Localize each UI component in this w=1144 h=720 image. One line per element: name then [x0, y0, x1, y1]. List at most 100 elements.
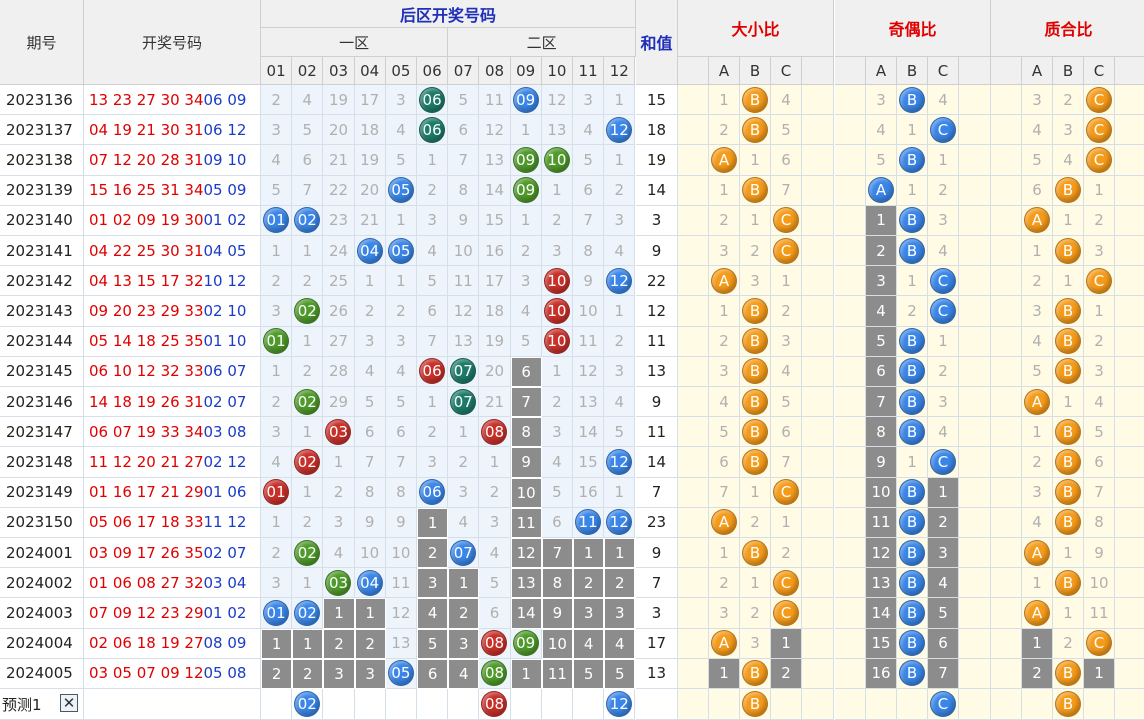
ratio-ball: A: [711, 146, 737, 173]
ratio-ball: B: [899, 328, 925, 355]
predicted-ball[interactable]: 12: [606, 691, 633, 717]
oe-cell: C: [928, 447, 959, 478]
miss-cell: 16: [573, 477, 605, 508]
miss-cell: 4: [604, 236, 636, 267]
pc-cell: A: [1022, 205, 1053, 236]
bs-cell: 3: [709, 598, 740, 629]
miss-cell: 14: [573, 417, 605, 448]
miss-cell: 1: [604, 85, 636, 116]
oe-cell: 9: [866, 447, 897, 478]
ratio-ball: B: [742, 177, 768, 204]
oe-cell: 8: [866, 417, 897, 448]
pred-cell[interactable]: [448, 689, 480, 720]
pc-cell: 3: [1053, 115, 1084, 146]
miss-cell: 2: [417, 175, 449, 206]
miss-cell: 8: [385, 477, 417, 508]
oe-gap: [835, 296, 866, 327]
miss-cell: 3: [573, 598, 605, 629]
bs-cell: 2: [740, 236, 771, 267]
close-prediction-button[interactable]: ✕: [60, 694, 78, 712]
miss-cell: 5: [417, 266, 449, 297]
pc-cell: 2: [1022, 658, 1053, 689]
sum-cell: 14: [636, 175, 678, 206]
ratio-ball: B: [899, 146, 925, 173]
miss-cell: 01: [261, 598, 293, 629]
pc-cell: B: [1053, 175, 1084, 206]
pred-ratio-cell[interactable]: [1022, 689, 1053, 720]
bs-gap: [678, 568, 709, 599]
pred-ratio-cell[interactable]: [866, 689, 897, 720]
drawn-ball: 02: [294, 388, 321, 415]
pc-gap2: [1115, 447, 1144, 478]
predicted-ratio-ball[interactable]: C: [930, 691, 956, 717]
miss-cell: 3: [261, 296, 293, 327]
pc-cell: 1: [1084, 175, 1115, 206]
miss-cell: 1: [261, 356, 293, 387]
pc-gap2: [1115, 538, 1144, 569]
pred-cell[interactable]: 02: [292, 689, 324, 720]
miss-cell: 4: [385, 356, 417, 387]
oe-gap2: [959, 417, 991, 448]
oe-gap: [835, 477, 866, 508]
draw-numbers: 15 16 25 31 34 05 09: [84, 175, 261, 206]
miss-cell: 18: [479, 296, 511, 327]
header-ball-col: 10: [541, 57, 573, 85]
bs-cell: 2: [740, 507, 771, 538]
oe-gap: [835, 175, 866, 206]
front-numbers: 04 13 15 17 32: [89, 271, 204, 290]
pred-ratio-cell[interactable]: B: [1053, 689, 1084, 720]
predicted-ball[interactable]: 02: [294, 691, 321, 717]
miss-cell: 06: [417, 85, 449, 116]
pred-ratio-cell[interactable]: [771, 689, 802, 720]
pred-cell[interactable]: [541, 689, 573, 720]
ratio-ball: C: [1086, 116, 1112, 143]
header-prime-comp-col: A: [1022, 57, 1053, 85]
front-numbers: 14 18 19 26 31: [89, 392, 204, 411]
predicted-ratio-ball[interactable]: B: [742, 691, 768, 717]
front-numbers: 11 12 20 21 27: [89, 452, 204, 471]
pred-ratio-cell[interactable]: [1084, 689, 1115, 720]
predicted-ratio-ball[interactable]: B: [1055, 691, 1081, 717]
pred-cell[interactable]: [573, 689, 605, 720]
sum-cell: 9: [636, 538, 678, 569]
miss-cell: 02: [292, 296, 324, 327]
ratio-ball: C: [930, 448, 956, 475]
miss-cell: 03: [323, 417, 355, 448]
bs-gap2: [802, 145, 834, 176]
pred-cell[interactable]: 12: [604, 689, 636, 720]
oe-gap2: [959, 175, 991, 206]
oe-cell: C: [928, 296, 959, 327]
pred-cell[interactable]: [354, 689, 386, 720]
oe-cell: 12: [866, 538, 897, 569]
miss-cell: 12: [541, 85, 573, 116]
pred-ratio-cell[interactable]: B: [740, 689, 771, 720]
oe-cell: A: [866, 175, 897, 206]
oe-cell: 13: [866, 568, 897, 599]
ratio-ball: A: [1024, 207, 1050, 234]
pred-cell[interactable]: 08: [479, 689, 511, 720]
pred-cell[interactable]: [417, 689, 449, 720]
pred-ratio-cell[interactable]: [709, 689, 740, 720]
drawn-ball: 07: [450, 358, 477, 385]
front-numbers: 04 22 25 30 31: [89, 241, 204, 260]
miss-cell: 8: [541, 568, 573, 599]
miss-cell: 4: [604, 387, 636, 418]
ratio-ball: B: [742, 660, 768, 687]
ratio-ball: B: [1055, 297, 1081, 324]
pred-ratio-cell[interactable]: C: [928, 689, 959, 720]
pred-cell[interactable]: [385, 689, 417, 720]
ratio-ball: A: [1024, 599, 1050, 626]
pred-cell[interactable]: [261, 689, 293, 720]
period-cell: 2024004: [0, 628, 84, 659]
pc-cell: C: [1084, 115, 1115, 146]
oe-cell: B: [897, 326, 928, 357]
pred-cell[interactable]: [323, 689, 355, 720]
oe-cell: 4: [928, 568, 959, 599]
pred-ratio-cell[interactable]: [897, 689, 928, 720]
front-numbers: 03 09 17 26 35: [89, 543, 204, 562]
ratio-ball: C: [773, 569, 799, 596]
pred-cell[interactable]: [510, 689, 542, 720]
front-numbers: 15 16 25 31 34: [89, 181, 204, 200]
ratio-ball: B: [1055, 177, 1081, 204]
predicted-ball[interactable]: 08: [481, 691, 508, 717]
